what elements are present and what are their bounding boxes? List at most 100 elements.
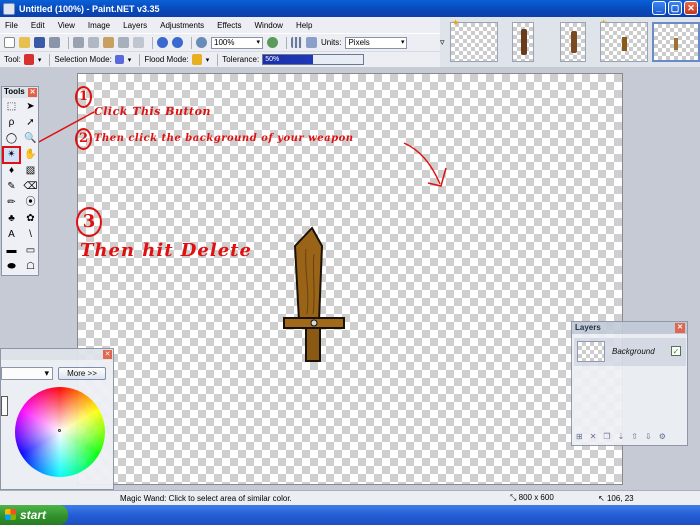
ruler-icon[interactable] bbox=[306, 37, 317, 48]
image-thumbnail-active[interactable] bbox=[652, 22, 700, 62]
window-controls: _ ▢ ✕ bbox=[652, 1, 698, 15]
toolbar-divider bbox=[152, 36, 153, 49]
tools-panel-title: Tools bbox=[4, 87, 25, 96]
color-mode-select[interactable]: ▾ bbox=[1, 367, 53, 380]
paintnet-app-icon[interactable] bbox=[3, 2, 15, 15]
zoom-in-icon[interactable] bbox=[267, 37, 278, 48]
minimize-button[interactable]: _ bbox=[652, 1, 666, 15]
tool-label: Tool: bbox=[4, 55, 21, 64]
crop-icon[interactable] bbox=[118, 37, 129, 48]
redo-icon[interactable] bbox=[172, 37, 183, 48]
colors-panel-close-icon[interactable]: ✕ bbox=[103, 350, 112, 359]
pan-tool-icon[interactable]: ✋ bbox=[23, 148, 38, 162]
thumbnails-dropdown-icon[interactable]: ▿ bbox=[440, 37, 445, 48]
zoom-icon[interactable] bbox=[196, 37, 207, 48]
clone-stamp-tool-icon[interactable]: ♣ bbox=[4, 212, 19, 226]
grid-icon[interactable] bbox=[291, 37, 302, 48]
menu-effects[interactable]: Effects bbox=[217, 21, 241, 30]
new-file-icon[interactable] bbox=[4, 37, 15, 48]
close-button[interactable]: ✕ bbox=[684, 1, 698, 15]
chevron-down-icon[interactable]: ▾ bbox=[128, 56, 132, 64]
chevron-down-icon: ▾ bbox=[44, 368, 49, 378]
duplicate-layer-icon[interactable]: ❐ bbox=[603, 432, 610, 441]
copy-icon[interactable] bbox=[88, 37, 99, 48]
menu-view[interactable]: View bbox=[58, 21, 75, 30]
ellipse-tool-icon[interactable]: ⬬ bbox=[4, 260, 19, 274]
tolerance-slider[interactable]: 50% bbox=[262, 54, 365, 65]
toolbar-divider bbox=[191, 36, 192, 49]
zoom-tool-icon[interactable]: 🔍 bbox=[23, 132, 38, 146]
open-folder-icon[interactable] bbox=[19, 37, 30, 48]
color-wheel[interactable] bbox=[15, 387, 105, 477]
menu-adjustments[interactable]: Adjustments bbox=[160, 21, 204, 30]
flood-mode-icon[interactable] bbox=[191, 54, 202, 65]
sword-blade bbox=[293, 226, 324, 322]
add-layer-icon[interactable]: ⊞ bbox=[576, 432, 583, 441]
units-select[interactable]: Pixels ▾ bbox=[345, 36, 408, 49]
cursor-position-value: 106, 23 bbox=[606, 493, 634, 503]
more-colors-button[interactable]: More >> bbox=[58, 367, 106, 380]
start-button[interactable]: start bbox=[0, 505, 68, 525]
sword-thumbnail-icon bbox=[521, 29, 527, 55]
image-thumbnail[interactable] bbox=[560, 22, 586, 62]
cut-icon[interactable] bbox=[73, 37, 84, 48]
menu-image[interactable]: Image bbox=[88, 21, 110, 30]
menu-layers[interactable]: Layers bbox=[123, 21, 147, 30]
paintbrush-tool-icon[interactable]: ✎ bbox=[4, 180, 19, 194]
line-curve-tool-icon[interactable]: \ bbox=[23, 228, 38, 242]
recolor-tool-icon[interactable]: ✿ bbox=[23, 212, 38, 226]
layer-properties-icon[interactable]: ⚙ bbox=[659, 432, 666, 441]
layers-panel-close-icon[interactable]: ✕ bbox=[675, 323, 685, 333]
save-icon[interactable] bbox=[34, 37, 45, 48]
selection-mode-icon[interactable] bbox=[114, 55, 124, 64]
zoom-select[interactable]: 100% ▾ bbox=[211, 36, 263, 49]
chevron-down-icon[interactable]: ▾ bbox=[206, 56, 210, 64]
color-wheel-cursor bbox=[58, 429, 61, 432]
print-icon[interactable] bbox=[49, 37, 60, 48]
image-thumbnail[interactable] bbox=[512, 22, 534, 62]
color-picker-tool-icon[interactable]: ⦿ bbox=[23, 196, 38, 210]
colors-panel-header: ✕ bbox=[1, 349, 113, 360]
paste-icon[interactable] bbox=[103, 37, 114, 48]
delete-layer-icon[interactable]: ✕ bbox=[590, 432, 597, 441]
menu-help[interactable]: Help bbox=[296, 21, 312, 30]
merge-layer-icon[interactable]: ⇣ bbox=[618, 432, 625, 441]
gradient-tool-icon[interactable]: ▧ bbox=[23, 164, 38, 178]
chevron-down-icon[interactable]: ▾ bbox=[38, 56, 42, 64]
windows-logo-icon bbox=[5, 509, 16, 520]
tool-options-bar: Tool: ▾ Selection Mode: ▾ Flood Mode: ▾ … bbox=[0, 51, 440, 67]
freeform-shape-tool-icon[interactable]: ☖ bbox=[23, 260, 38, 274]
maximize-button[interactable]: ▢ bbox=[668, 1, 682, 15]
move-selected-tool-icon[interactable]: ➚ bbox=[23, 116, 38, 130]
toolbar-divider bbox=[139, 53, 141, 66]
ellipse-select-tool-icon[interactable]: ◯ bbox=[4, 132, 19, 146]
rectangle-tool-icon[interactable]: ▬ bbox=[4, 244, 19, 258]
tools-panel-close-icon[interactable]: ✕ bbox=[28, 88, 37, 97]
cursor-position-readout: ↖ 106, 23 bbox=[598, 494, 634, 503]
magic-wand-tool-icon[interactable] bbox=[23, 54, 34, 65]
menu-window[interactable]: Window bbox=[254, 21, 282, 30]
menu-edit[interactable]: Edit bbox=[31, 21, 45, 30]
start-label: start bbox=[20, 508, 47, 522]
primary-color-swatch[interactable] bbox=[1, 396, 8, 416]
window-title: Untitled (100%) - Paint.NET v3.35 bbox=[19, 3, 160, 14]
undo-icon[interactable] bbox=[157, 37, 168, 48]
layer-row-background[interactable]: Background ✓ bbox=[574, 338, 686, 366]
rectangle-select-tool-icon[interactable]: ⬚ bbox=[4, 100, 19, 114]
deselect-icon[interactable] bbox=[133, 37, 144, 48]
move-selection-tool-icon[interactable]: ➤ bbox=[23, 100, 38, 114]
rounded-rectangle-tool-icon[interactable]: ▭ bbox=[23, 244, 38, 258]
menu-file[interactable]: File bbox=[5, 21, 18, 30]
move-layer-down-icon[interactable]: ⇩ bbox=[645, 432, 652, 441]
lasso-select-tool-icon[interactable]: ρ bbox=[4, 116, 19, 130]
eraser-tool-icon[interactable]: ⌫ bbox=[23, 180, 38, 194]
move-layer-up-icon[interactable]: ⇧ bbox=[631, 432, 638, 441]
image-thumbnail[interactable] bbox=[450, 22, 498, 62]
pencil-tool-icon[interactable]: ✏ bbox=[4, 196, 19, 210]
layer-visibility-checkbox[interactable]: ✓ bbox=[671, 346, 681, 356]
image-thumbnail[interactable] bbox=[600, 22, 648, 62]
paint-bucket-tool-icon[interactable]: ♦ bbox=[4, 164, 19, 178]
text-tool-icon[interactable]: A bbox=[4, 228, 19, 242]
toolbar-divider bbox=[49, 53, 51, 66]
magic-wand-tool-icon[interactable]: ✴ bbox=[2, 146, 21, 164]
